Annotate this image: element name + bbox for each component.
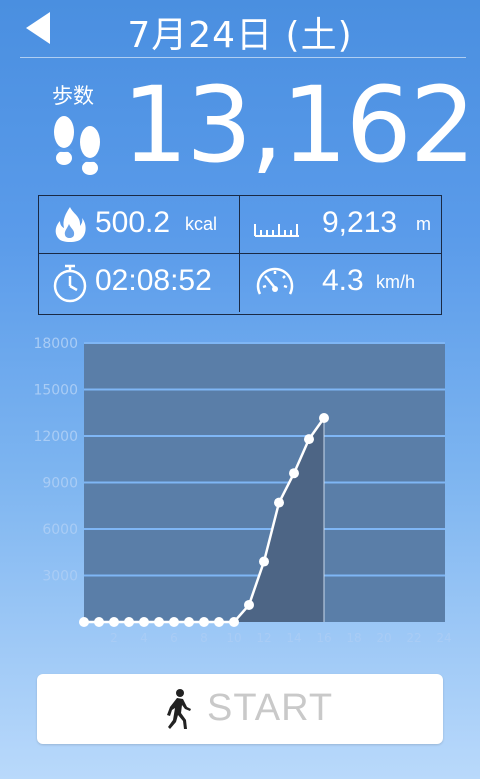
calories-cell: 500.2 kcal bbox=[39, 196, 240, 254]
speed-value: 4.3 bbox=[322, 264, 364, 297]
x-tick-label: 16 bbox=[316, 631, 331, 645]
data-point bbox=[109, 617, 119, 627]
data-point bbox=[169, 617, 179, 627]
x-tick-label: 20 bbox=[376, 631, 391, 645]
stopwatch-icon bbox=[53, 264, 87, 303]
ruler-icon bbox=[254, 224, 299, 237]
data-point bbox=[289, 468, 299, 479]
data-point bbox=[304, 434, 314, 445]
calories-unit: kcal bbox=[185, 214, 218, 234]
data-point bbox=[124, 617, 134, 627]
stats-grid: 500.2 kcal 9,213 m 02:08:52 4.3 km/h bbox=[38, 195, 442, 315]
start-button[interactable]: START bbox=[37, 674, 443, 744]
x-tick-label: 10 bbox=[226, 631, 241, 645]
x-tick-label: 14 bbox=[286, 631, 301, 645]
speedometer-icon bbox=[256, 267, 294, 295]
distance-unit: m bbox=[416, 214, 431, 234]
speed-cell: 4.3 km/h bbox=[240, 254, 441, 312]
y-tick-label: 15000 bbox=[33, 383, 78, 399]
data-point bbox=[154, 617, 164, 627]
x-tick-label: 4 bbox=[140, 631, 148, 645]
flame-icon bbox=[55, 207, 86, 242]
distance-value: 9,213 bbox=[322, 206, 398, 239]
steps-label: 歩数 bbox=[52, 84, 94, 108]
y-tick-label: 3000 bbox=[42, 569, 78, 585]
x-tick-label: 8 bbox=[200, 631, 208, 645]
y-tick-label: 18000 bbox=[33, 336, 78, 352]
y-tick-label: 9000 bbox=[42, 476, 78, 492]
x-tick-label: 2 bbox=[110, 631, 118, 645]
data-point bbox=[79, 617, 89, 627]
data-point bbox=[199, 617, 209, 627]
data-point bbox=[319, 412, 329, 423]
steps-section: 歩数 13,162 bbox=[0, 64, 480, 186]
y-tick-label: 12000 bbox=[33, 429, 78, 445]
steps-value: 13,162 bbox=[122, 64, 476, 186]
data-point bbox=[139, 617, 149, 627]
duration-value: 02:08:52 bbox=[95, 264, 212, 297]
x-tick-label: 22 bbox=[406, 631, 421, 645]
x-tick-label: 18 bbox=[346, 631, 361, 645]
distance-cell: 9,213 m bbox=[240, 196, 441, 254]
steps-chart: 3000 6000 9000 12000 15000 18000 2 4 6 8 10 12 14 16 1… bbox=[0, 330, 480, 660]
start-button-label: START bbox=[207, 687, 334, 729]
y-tick-label: 6000 bbox=[42, 522, 78, 538]
data-point bbox=[214, 617, 224, 627]
header: 7月24日 (土) bbox=[0, 0, 480, 58]
data-point bbox=[184, 617, 194, 627]
data-point bbox=[229, 617, 239, 627]
page-title: 7月24日 (土) bbox=[127, 15, 353, 56]
data-point bbox=[94, 617, 104, 627]
data-point bbox=[274, 497, 284, 508]
data-point bbox=[259, 556, 269, 567]
footprints-icon bbox=[54, 116, 100, 175]
duration-cell: 02:08:52 bbox=[39, 254, 240, 312]
calories-value: 500.2 bbox=[95, 206, 171, 239]
x-tick-label: 24 bbox=[436, 631, 451, 645]
x-tick-label: 12 bbox=[256, 631, 271, 645]
steps-chart-svg: 3000600090001200015000180002 4 6 8 10 12 14 16 1… bbox=[33, 336, 451, 645]
data-point bbox=[244, 599, 254, 610]
x-tick-label: 6 bbox=[170, 631, 178, 645]
header-divider bbox=[20, 57, 466, 58]
speed-unit: km/h bbox=[376, 272, 416, 292]
walking-person-icon bbox=[167, 689, 191, 729]
